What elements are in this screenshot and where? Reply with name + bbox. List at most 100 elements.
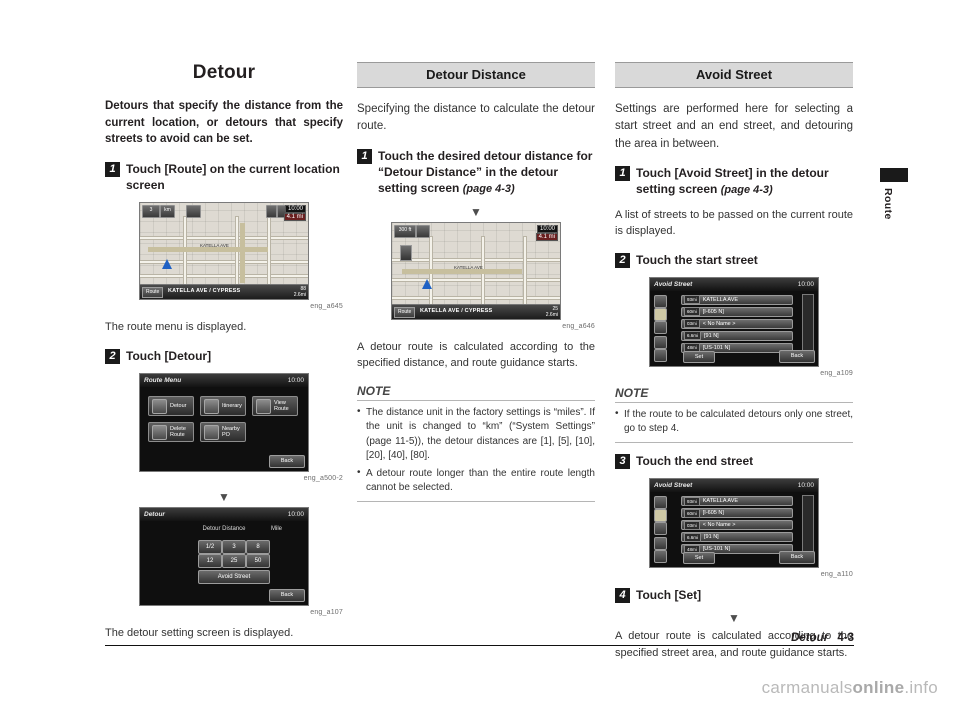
step-text-ref: (page 4-3) — [720, 183, 773, 196]
down-arrow-icon: ▼ — [218, 490, 230, 505]
view-route-icon — [256, 398, 271, 414]
page-title: Detour — [192, 62, 256, 83]
menu-button-delete-route[interactable]: Delete Route — [148, 422, 194, 443]
watermark-text: carmanuals — [761, 678, 853, 697]
avoid-screen-clock: 10:00 — [797, 482, 814, 490]
note-divider-top — [615, 401, 853, 403]
watermark: carmanualsonline.info — [762, 678, 938, 698]
map-zoom-button[interactable]: 3 — [142, 205, 160, 219]
menu-button-label: Delete Route — [170, 426, 186, 439]
menu-button-view-route[interactable]: View Route — [252, 396, 298, 417]
street-row[interactable]: 03mi < No Name > — [681, 318, 793, 329]
step-text: Touch [Detour] — [126, 348, 212, 363]
note-block: NOTE If the route to be calculated detou… — [615, 386, 853, 443]
street-name: [91 N] — [704, 332, 719, 339]
avoid-screen-title: Avoid Street 10:00 — [650, 277, 818, 291]
street-row[interactable]: 60mi [I-605 N] — [681, 306, 793, 317]
down-arrow-icon: ▼ — [728, 611, 740, 626]
menu-button-label: Nearby PO — [222, 426, 240, 439]
side-tab-label: Route — [882, 188, 894, 220]
list-scrollbar[interactable] — [802, 293, 814, 356]
list-marker-a[interactable] — [654, 307, 667, 321]
map-distance-badge: 4.1 mi — [283, 213, 306, 222]
note-item: The distance unit in the factory setting… — [357, 405, 595, 464]
street-distance: 60mi — [684, 307, 700, 317]
map-mode-button[interactable] — [416, 224, 430, 238]
menu-button-nearby-poi[interactable]: Nearby PO — [200, 422, 246, 443]
column-right: Avoid Street Settings are performed here… — [615, 62, 853, 673]
list-prev-button[interactable] — [654, 496, 667, 510]
section-intro: Settings are performed here for selectin… — [615, 103, 853, 150]
map-mode-button[interactable]: km — [160, 205, 175, 219]
map-bottom-bar: Route KATELLA AVE / CYPRESS 88 2.6mi — [140, 284, 308, 300]
map-eta: 88 2.6mi — [293, 286, 306, 299]
route-menu-title: Route Menu 10:00 — [140, 374, 308, 388]
unit-label: Mile — [270, 526, 282, 533]
note-title: NOTE — [357, 383, 391, 398]
step-2-block: 2 Touch the start street — [615, 252, 853, 268]
menu-button-itinerary[interactable]: Itinerary — [200, 396, 246, 417]
nearby-poi-icon — [204, 424, 219, 440]
step-1-block: 1 Touch [Avoid Street] in the detour set… — [615, 165, 853, 198]
distance-cell[interactable]: 12 — [198, 554, 222, 569]
distance-cell[interactable]: 25 — [222, 554, 246, 569]
step-number: 1 — [615, 165, 630, 181]
list-scrollbar[interactable] — [802, 495, 814, 558]
street-row[interactable]: 03mi < No Name > — [681, 520, 793, 531]
map-side-button[interactable] — [400, 244, 412, 261]
route-button[interactable]: Route — [142, 287, 164, 299]
list-marker-b[interactable] — [654, 320, 667, 334]
list-end-button[interactable] — [654, 550, 667, 564]
step-number: 1 — [105, 162, 120, 178]
list-prev-button[interactable] — [654, 294, 667, 308]
distance-cell[interactable]: 50 — [246, 554, 270, 569]
back-button[interactable]: Back — [779, 349, 815, 363]
step-1-block: 1 Touch [Route] on the current location … — [105, 161, 343, 193]
back-button[interactable]: Back — [779, 551, 815, 565]
set-button[interactable]: Set — [683, 350, 715, 363]
section-heading-detour-distance: Detour Distance — [357, 62, 595, 88]
distance-cell[interactable]: 8 — [246, 540, 270, 555]
avoid-street-button[interactable]: Avoid Street — [198, 570, 270, 585]
list-next-button[interactable] — [654, 537, 667, 551]
note-title: NOTE — [615, 385, 649, 400]
street-row[interactable]: 93mi KATELLA AVE — [681, 294, 793, 305]
map-menu-button[interactable] — [186, 205, 201, 219]
avoid-screen-clock: 10:00 — [797, 280, 814, 288]
step-2-block: 2 Touch [Detour] — [105, 348, 343, 364]
figure-caption: eng_a109 — [820, 369, 853, 377]
map-street-label: KATELLA AVE — [200, 243, 229, 249]
step-3-block: 3 Touch the end street — [615, 453, 853, 469]
map-icon-button-a[interactable] — [266, 205, 277, 219]
route-button[interactable]: Route — [394, 306, 416, 318]
figure-avoid-street-screen-start: Avoid Street 10:00 93mi KATELLA AVE 60mi… — [649, 276, 819, 367]
street-distance: 03mi — [684, 520, 700, 530]
list-next-button[interactable] — [654, 335, 667, 349]
figure-caption: eng_a645 — [310, 303, 343, 311]
distance-cell[interactable]: 3 — [222, 540, 246, 555]
list-marker-b[interactable] — [654, 522, 667, 536]
street-row[interactable]: 6.6mi [91 N] — [681, 532, 793, 543]
street-name: < No Name > — [702, 522, 736, 529]
street-row[interactable]: 6.6mi [91 N] — [681, 330, 793, 341]
note-divider-bottom — [615, 441, 853, 443]
delete-route-icon — [152, 424, 167, 440]
list-end-button[interactable] — [654, 348, 667, 362]
list-marker-a[interactable] — [654, 509, 667, 523]
itinerary-icon — [204, 398, 219, 414]
map-scale-button[interactable]: 300 ft — [394, 224, 416, 238]
after-step-text: A list of streets to be passed on the cu… — [615, 208, 853, 238]
watermark-text-bold: online — [852, 678, 905, 697]
footer-page-number: 4-3 — [837, 632, 854, 644]
note-divider-bottom — [357, 500, 595, 502]
distance-cell[interactable]: 1/2 — [198, 540, 222, 555]
street-row[interactable]: 60mi [I-605 N] — [681, 508, 793, 519]
set-button[interactable]: Set — [683, 552, 715, 565]
street-row[interactable]: 93mi KATELLA AVE — [681, 496, 793, 507]
back-button[interactable]: Back — [269, 589, 305, 603]
footer: Detour 4-3 — [791, 632, 854, 644]
column-left: Detour Detours that specify the distance… — [105, 62, 343, 654]
menu-button-detour[interactable]: Detour — [148, 396, 194, 417]
back-button[interactable]: Back — [269, 455, 305, 469]
after-figure-text: The route menu is displayed. — [105, 321, 247, 334]
